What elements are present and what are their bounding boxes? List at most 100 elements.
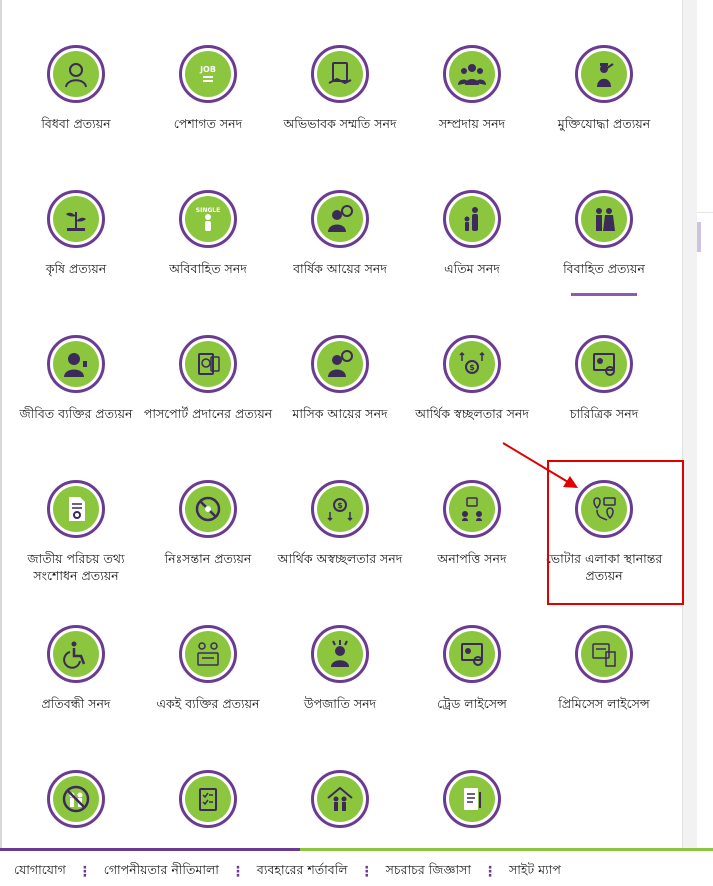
service-label: সম্প্রদায় সনদ <box>438 116 506 131</box>
item-character[interactable]: চারিত্রিক সনদ <box>538 335 670 480</box>
item-living-person[interactable]: জীবিত ব্যক্তির প্রত্যয়ন <box>10 335 142 480</box>
adult-child-icon <box>449 196 495 242</box>
plant-icon <box>53 196 99 242</box>
side-panel-tab[interactable] <box>697 222 701 252</box>
footer-links: যোগাযোগ ⋮ গোপনীয়তার নীতিমালা ⋮ ব্যবহারে… <box>14 862 561 882</box>
item-disability[interactable]: প্রতিবন্ধী সনদ <box>10 625 142 770</box>
service-icon-circle <box>575 480 633 538</box>
item-occupation[interactable]: JOB পেশাগত সনদ <box>142 45 274 190</box>
footer-link-contact[interactable]: যোগাযোগ <box>14 862 66 882</box>
service-label: প্রিমিসেস লাইসেন্স <box>558 696 650 711</box>
service-icon-circle <box>47 45 105 103</box>
footer-link-sitemap[interactable]: সাইট ম্যাপ <box>509 862 561 882</box>
couple-icon <box>581 196 627 242</box>
checklist-icon <box>185 776 231 822</box>
item-financial-solvency[interactable]: $ আর্থিক স্বচ্ছলতার সনদ <box>406 335 538 480</box>
service-icon-circle <box>311 45 369 103</box>
certificate-person-icon <box>581 341 627 387</box>
item-nid-correction[interactable]: জাতীয় পরিচয় তথ্য সংশোধন প্রত্যয়ন <box>10 480 142 625</box>
vertical-scrollbar[interactable] <box>682 0 697 848</box>
item-childless[interactable]: নিঃসন্তান প্রত্যয়ন <box>142 480 274 625</box>
active-underline <box>571 293 637 296</box>
location-transfer-icon <box>581 486 627 532</box>
service-icon-circle <box>443 480 501 538</box>
service-icon-circle: $ <box>311 480 369 538</box>
tribal-person-icon <box>317 631 363 677</box>
building-certificate-icon <box>581 631 627 677</box>
svg-text:SINGLE: SINGLE <box>196 207 220 214</box>
item-widow[interactable]: বিধবা প্রত্যয়ন <box>10 45 142 190</box>
service-label: উপজাতি সনদ <box>303 696 377 711</box>
no-family-icon <box>53 776 99 822</box>
item-unmarried[interactable]: SINGLE অবিবাহিত সনদ <box>142 190 274 335</box>
service-icon-circle <box>443 45 501 103</box>
document-pen-icon <box>449 776 495 822</box>
widow-icon <box>53 51 99 97</box>
service-label: মাসিক আয়ের সনদ <box>292 406 388 421</box>
group-icon <box>449 51 495 97</box>
service-icon-circle <box>311 335 369 393</box>
item-row6-1[interactable] <box>10 770 142 848</box>
job-icon: JOB <box>185 51 231 97</box>
footer-separator: ⋮ <box>77 864 92 880</box>
item-orphan[interactable]: এতিম সনদ <box>406 190 538 335</box>
service-icon-circle <box>575 190 633 248</box>
item-married[interactable]: বিবাহিত প্রত্যয়ন <box>538 190 670 335</box>
people-exchange-icon <box>449 486 495 532</box>
item-premises-license[interactable]: প্রিমিসেস লাইসেন্স <box>538 625 670 770</box>
item-same-person[interactable]: একই ব্যক্তির প্রত্যয়ন <box>142 625 274 770</box>
service-label: একই ব্যক্তির প্রত্যয়ন <box>156 696 260 711</box>
salute-icon <box>581 51 627 97</box>
item-row6-3[interactable] <box>274 770 406 848</box>
footer-separator: ⋮ <box>359 864 374 880</box>
item-community[interactable]: সম্প্রদায় সনদ <box>406 45 538 190</box>
footer-link-terms[interactable]: ব্যবহারের শর্তাবলি <box>257 862 348 882</box>
footer-link-faq[interactable]: সচরাচর জিজ্ঞাসা <box>386 862 471 882</box>
service-label: ভোটার এলাকা স্থানান্তর প্রত্যয়ন <box>545 551 663 583</box>
item-row6-2[interactable] <box>142 770 274 848</box>
footer: যোগাযোগ ⋮ গোপনীয়তার নীতিমালা ⋮ ব্যবহারে… <box>0 848 713 886</box>
two-persons-card-icon <box>185 631 231 677</box>
service-label: প্রতিবন্ধী সনদ <box>41 696 111 711</box>
services-row: বিধবা প্রত্যয়ন JOB পেশাগত সনদ অভিভাবক সম্ম… <box>10 45 670 190</box>
certificate-services-panel: বিধবা প্রত্যয়ন JOB পেশাগত সনদ অভিভাবক সম্ম… <box>2 0 680 848</box>
item-passport[interactable]: পাসপোর্ট প্রদানের প্রত্যয়ন <box>142 335 274 480</box>
item-trade-license[interactable]: ট্রেড লাইসেন্স <box>406 625 538 770</box>
service-icon-circle <box>179 480 237 538</box>
footer-bar-green <box>300 848 713 851</box>
item-monthly-income[interactable]: মাসিক আয়ের সনদ <box>274 335 406 480</box>
item-guardian-consent[interactable]: অভিভাবক সম্মতি সনদ <box>274 45 406 190</box>
service-icon-circle <box>47 480 105 538</box>
footer-bar-purple <box>0 848 300 851</box>
footer-separator: ⋮ <box>230 864 245 880</box>
service-icon-circle <box>179 625 237 683</box>
footer-link-privacy[interactable]: গোপনীয়তার নীতিমালা <box>104 862 219 882</box>
services-row: কৃষি প্রত্যয়ন SINGLE অবিবাহিত সনদ বার্ষিক … <box>10 190 670 335</box>
item-freedom-fighter[interactable]: মুক্তিযোদ্ধা প্রত্যয়ন <box>538 45 670 190</box>
service-label: আর্থিক অস্বচ্ছলতার সনদ <box>277 551 403 566</box>
no-baby-icon <box>185 486 231 532</box>
person-money-icon <box>317 196 363 242</box>
item-tribal[interactable]: উপজাতি সনদ <box>274 625 406 770</box>
item-voter-area-transfer[interactable]: ভোটার এলাকা স্থানান্তর প্রত্যয়ন <box>538 480 670 625</box>
service-label: মুক্তিযোদ্ধা প্রত্যয়ন <box>557 116 651 131</box>
item-row6-4[interactable] <box>406 770 538 848</box>
item-agriculture[interactable]: কৃষি প্রত্যয়ন <box>10 190 142 335</box>
service-icon-circle <box>311 770 369 828</box>
service-icon-circle: JOB <box>179 45 237 103</box>
item-annual-income[interactable]: বার্ষিক আয়ের সনদ <box>274 190 406 335</box>
service-label: জাতীয় পরিচয় তথ্য সংশোধন প্রত্যয়ন <box>27 551 125 583</box>
service-label: বিধবা প্রত্যয়ন <box>41 116 111 131</box>
service-label: চারিত্রিক সনদ <box>569 406 639 421</box>
service-icon-circle <box>179 335 237 393</box>
services-row: জীবিত ব্যক্তির প্রত্যয়ন পাসপোর্ট প্রদানে… <box>10 335 670 480</box>
wheelchair-icon <box>53 631 99 677</box>
side-panel-divider <box>697 212 713 213</box>
service-label: অবিবাহিত সনদ <box>169 261 247 276</box>
service-icon-circle <box>575 335 633 393</box>
service-label: বার্ষিক আয়ের সনদ <box>293 261 387 276</box>
item-financial-insolvency[interactable]: $ আর্থিক অস্বচ্ছলতার সনদ <box>274 480 406 625</box>
item-no-objection[interactable]: অনাপত্তি সনদ <box>406 480 538 625</box>
footer-separator: ⋮ <box>482 864 497 880</box>
service-label: নিঃসন্তান প্রত্যয়ন <box>164 551 252 566</box>
